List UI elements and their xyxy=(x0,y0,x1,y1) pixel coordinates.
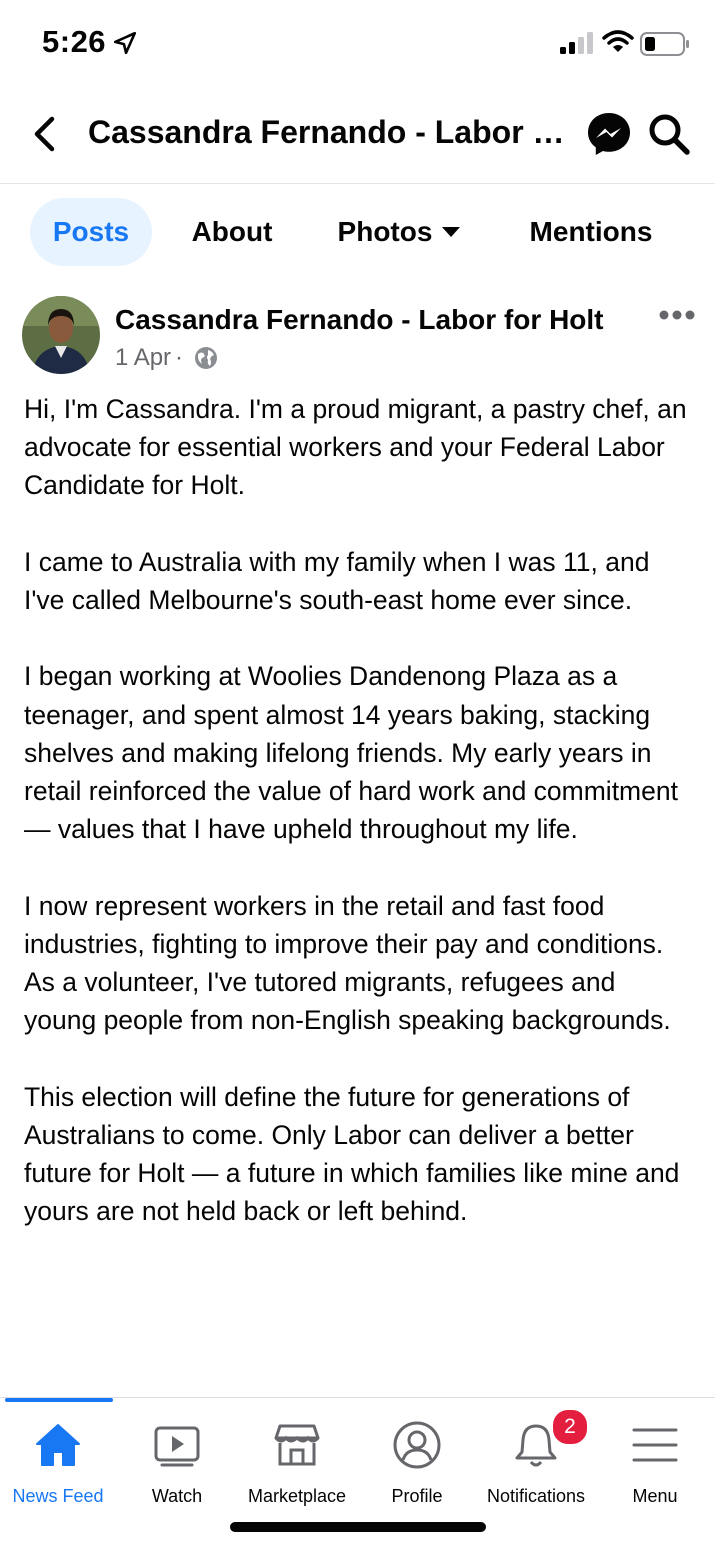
status-time: 5:26 xyxy=(42,24,107,59)
shop-icon xyxy=(274,1424,320,1466)
tab-mentions[interactable]: Mentions xyxy=(520,198,662,266)
video-icon xyxy=(154,1426,200,1467)
globe-icon xyxy=(195,347,218,369)
post-paragraph: I now represent workers in the retail an… xyxy=(24,890,671,1036)
tab-posts[interactable]: Posts xyxy=(30,198,152,266)
cellular-signal-icon xyxy=(560,32,593,54)
nav-marketplace[interactable]: Marketplace xyxy=(237,1406,357,1506)
nav-label: News Feed xyxy=(12,1486,104,1506)
nav-notifications[interactable]: 2 Notifications xyxy=(476,1406,596,1506)
more-options-icon[interactable] xyxy=(658,308,696,322)
back-chevron-icon[interactable] xyxy=(28,114,62,154)
tab-mentions-label: Mentions xyxy=(529,216,653,247)
post-paragraph: This election will define the future for… xyxy=(24,1081,680,1227)
nav-label: Menu xyxy=(632,1486,678,1506)
post-text: Hi, I'm Cassandra. I'm a proud migrant, … xyxy=(24,390,694,1269)
nav-profile[interactable]: Profile xyxy=(357,1406,477,1506)
nav-news-feed[interactable]: News Feed xyxy=(0,1406,118,1506)
wifi-icon xyxy=(602,30,634,52)
status-bar: 5:26 xyxy=(0,0,715,88)
post-author-name[interactable]: Cassandra Fernando - Labor for Holt xyxy=(115,304,604,336)
home-icon xyxy=(36,1424,80,1466)
notification-badge: 2 xyxy=(551,1408,589,1446)
nav-label: Notifications xyxy=(486,1486,586,1506)
search-icon[interactable] xyxy=(647,112,691,156)
post-date[interactable]: 1 Apr xyxy=(115,344,171,372)
avatar[interactable] xyxy=(22,296,100,374)
tab-about[interactable]: About xyxy=(180,198,284,266)
profile-icon xyxy=(393,1421,441,1469)
post-meta: 1 Apr · xyxy=(115,344,219,372)
nav-menu[interactable]: Menu xyxy=(595,1406,715,1506)
nav-label: Profile xyxy=(391,1486,443,1506)
battery-icon xyxy=(640,32,689,56)
post-paragraph: I came to Australia with my family when … xyxy=(24,546,650,615)
caret-down-icon xyxy=(442,227,461,237)
post-paragraph: Hi, I'm Cassandra. I'm a proud migrant, … xyxy=(24,394,687,501)
nav-label: Marketplace xyxy=(247,1486,347,1506)
messenger-icon[interactable] xyxy=(585,110,633,158)
nav-label: Watch xyxy=(151,1486,203,1506)
profile-tabs: Posts About Photos Mentions xyxy=(0,184,715,284)
tab-photos[interactable]: Photos xyxy=(326,198,472,266)
location-arrow-icon xyxy=(113,31,137,55)
page-header: Cassandra Fernando - Labor for Holt xyxy=(0,88,715,184)
nav-watch[interactable]: Watch xyxy=(117,1406,237,1506)
tab-posts-label: Posts xyxy=(52,216,130,247)
post-header: Cassandra Fernando - Labor for Holt 1 Ap… xyxy=(0,290,715,380)
active-tab-indicator xyxy=(5,1398,113,1402)
meta-separator: · xyxy=(175,344,184,371)
tab-about-label: About xyxy=(191,216,273,247)
page-title: Cassandra Fernando - Labor for Holt xyxy=(88,114,572,150)
tab-photos-label: Photos xyxy=(337,216,433,247)
post-paragraph: I began working at Woolies Dandenong Pla… xyxy=(24,661,678,845)
home-indicator[interactable] xyxy=(230,1522,486,1532)
menu-icon xyxy=(632,1428,678,1462)
